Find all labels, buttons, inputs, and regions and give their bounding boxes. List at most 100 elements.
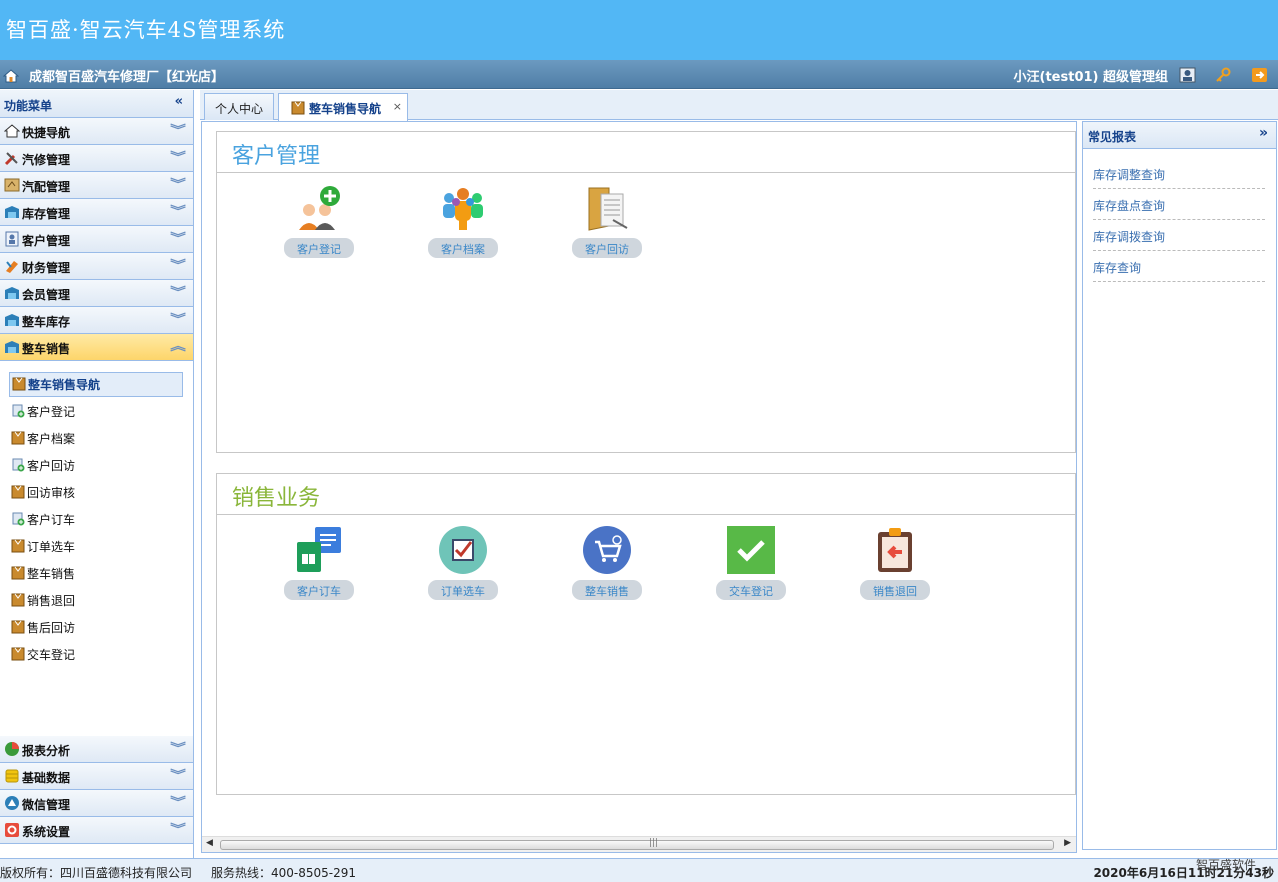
- scroll-right-icon[interactable]: ▶: [1064, 838, 1071, 848]
- menu-group-quick-nav[interactable]: 快捷导航 ︾: [0, 118, 193, 145]
- shortcut-customer-register[interactable]: 客户登记: [282, 184, 356, 264]
- password-key-icon[interactable]: [1215, 67, 1232, 83]
- menu-group-label: 报表分析: [22, 744, 71, 758]
- shortcut-label: 客户档案: [428, 238, 498, 258]
- menu-group-member[interactable]: 会员管理 ︾: [0, 280, 193, 307]
- submenu-item-label: 客户档案: [27, 432, 76, 446]
- submenu-item-order-select[interactable]: 订单选车: [11, 538, 75, 558]
- menu-group-reports[interactable]: 报表分析 ︾: [0, 736, 193, 763]
- chevron-down-icon: ︾: [170, 741, 186, 755]
- parts-icon: [4, 178, 20, 192]
- submenu-item-customer-order[interactable]: 客户订车: [11, 511, 75, 531]
- menu-group-repair[interactable]: 汽修管理 ︾: [0, 145, 193, 172]
- shortcut-vehicle-sales[interactable]: 整车销售: [570, 526, 644, 606]
- submenu-item-sales-nav[interactable]: 整车销售导航: [9, 372, 183, 397]
- collapse-menu-icon[interactable]: «: [175, 94, 183, 109]
- shortcut-delivery-register[interactable]: 交车登记: [714, 526, 788, 606]
- check-icon: [727, 526, 775, 574]
- submenu-item-vehicle-sales[interactable]: 整车销售: [11, 565, 75, 585]
- box-icon: [12, 377, 26, 391]
- settings-icon: [5, 823, 19, 837]
- chevron-down-icon: ︾: [170, 822, 186, 836]
- menu-group-vehicle-stock[interactable]: 整车库存 ︾: [0, 307, 193, 334]
- app-title: 智百盛·智云汽车4S管理系统: [6, 18, 286, 42]
- menu-group-label: 客户管理: [22, 234, 71, 248]
- chevron-down-icon: ︾: [170, 231, 186, 245]
- user-info: 小汪(test01) 超级管理组: [1013, 70, 1168, 85]
- chevron-down-icon: ︾: [170, 795, 186, 809]
- box-icon: [11, 431, 25, 445]
- menu-group-customer[interactable]: 客户管理 ︾: [0, 226, 193, 253]
- people-group-icon: [443, 188, 483, 230]
- scrollbar-thumb[interactable]: |||: [220, 838, 1054, 850]
- menu-group-wechat[interactable]: 微信管理 ︾: [0, 790, 193, 817]
- menu-group-vehicle-sales[interactable]: 整车销售 ︽: [0, 334, 193, 361]
- collapse-panel-icon[interactable]: »: [1259, 125, 1268, 141]
- tab-vehicle-sales-nav[interactable]: 整车销售导航 ×: [278, 93, 408, 121]
- shortcut-sales-return[interactable]: 销售退回: [858, 526, 932, 606]
- shortcut-label: 整车销售: [572, 580, 642, 600]
- menu-group-label: 汽修管理: [22, 153, 71, 167]
- menu-group-label: 整车销售: [22, 342, 71, 356]
- submenu-item-label: 售后回访: [27, 621, 76, 635]
- shortcut-label: 客户登记: [284, 238, 354, 258]
- return-clipboard-icon: [878, 528, 912, 572]
- submenu-item-sales-return[interactable]: 销售退回: [11, 592, 75, 612]
- shop-name: 成都智百盛汽车修理厂【红光店】: [29, 70, 225, 85]
- menu-group-label: 微信管理: [22, 798, 71, 812]
- menu-group-system-settings[interactable]: 系统设置 ︾: [0, 817, 193, 844]
- tab-personal-center[interactable]: 个人中心: [204, 93, 274, 120]
- submenu-item-customer-visit[interactable]: 客户回访: [11, 457, 75, 477]
- menu-group-finance[interactable]: 财务管理 ︾: [0, 253, 193, 280]
- submenu-item-delivery-register[interactable]: 交车登记: [11, 646, 75, 666]
- box-icon: [11, 485, 25, 499]
- submenu-item-after-sales-visit[interactable]: 售后回访: [11, 619, 75, 639]
- report-link[interactable]: 库存调整查询: [1093, 159, 1265, 189]
- tab-label: 整车销售导航: [309, 102, 382, 116]
- section-customer-management: 客户管理 客户登记 客户档案 客户回访: [216, 131, 1076, 453]
- submenu-item-customer-register[interactable]: 客户登记: [11, 403, 75, 423]
- menu-group-parts[interactable]: 汽配管理 ︾: [0, 172, 193, 199]
- watermark-text: 智百盛软件: [1195, 858, 1256, 872]
- scroll-left-icon[interactable]: ◀: [206, 838, 213, 848]
- reports-panel-header: 常见报表 »: [1083, 122, 1276, 149]
- logout-icon[interactable]: [1251, 67, 1268, 83]
- chevron-up-icon: ︽: [170, 339, 186, 353]
- submenu-item-label: 客户回访: [27, 459, 76, 473]
- section-sales-business: 销售业务 客户订车 订单选车 整车销售 交车登记 销售退回: [216, 473, 1076, 795]
- profile-icon[interactable]: [1179, 67, 1196, 83]
- shortcut-customer-archive[interactable]: 客户档案: [426, 184, 500, 264]
- close-icon[interactable]: ×: [393, 100, 402, 113]
- submenu-item-visit-review[interactable]: 回访审核: [11, 484, 75, 504]
- box-icon: [291, 101, 305, 115]
- customer-icon: [5, 231, 19, 247]
- grip-icon: |||: [649, 838, 659, 848]
- app-header: 智百盛·智云汽车4S管理系统: [0, 0, 1278, 60]
- vehicle-stock-icon: [5, 314, 19, 326]
- submenu-item-label: 整车销售: [27, 567, 76, 581]
- shortcut-label: 客户订车: [284, 580, 354, 600]
- menu-group-label: 库存管理: [22, 207, 71, 221]
- shortcut-order-select[interactable]: 订单选车: [426, 526, 500, 606]
- add-page-icon: [12, 512, 25, 526]
- main-content: 客户管理 客户登记 客户档案 客户回访 销售业务 客户订车 订单选车 整车销售 …: [201, 121, 1077, 853]
- report-link[interactable]: 库存调拨查询: [1093, 221, 1265, 251]
- wechat-icon: [5, 796, 19, 810]
- submenu-item-label: 订单选车: [27, 540, 76, 554]
- report-link[interactable]: 库存查询: [1093, 252, 1265, 282]
- chevron-down-icon: ︾: [170, 312, 186, 326]
- chevron-down-icon: ︾: [170, 258, 186, 272]
- menu-group-inventory[interactable]: 库存管理 ︾: [0, 199, 193, 226]
- checkbox-icon: [439, 526, 487, 574]
- shortcut-customer-order[interactable]: 客户订车: [282, 526, 356, 606]
- vehicle-sales-icon: [5, 341, 19, 353]
- menu-group-base-data[interactable]: 基础数据 ︾: [0, 763, 193, 790]
- box-icon: [11, 620, 25, 634]
- shortcut-customer-visit[interactable]: 客户回访: [570, 184, 644, 264]
- report-link[interactable]: 库存盘点查询: [1093, 190, 1265, 220]
- home-icon[interactable]: [3, 68, 19, 84]
- horizontal-scrollbar[interactable]: ◀ ||| ▶: [202, 836, 1076, 852]
- tab-label: 个人中心: [214, 102, 263, 116]
- submenu-vehicle-sales: 整车销售导航 客户登记 客户档案 客户回访 回访审核 客户订车 订单选车 整车销…: [0, 361, 193, 736]
- submenu-item-customer-archive[interactable]: 客户档案: [11, 430, 75, 450]
